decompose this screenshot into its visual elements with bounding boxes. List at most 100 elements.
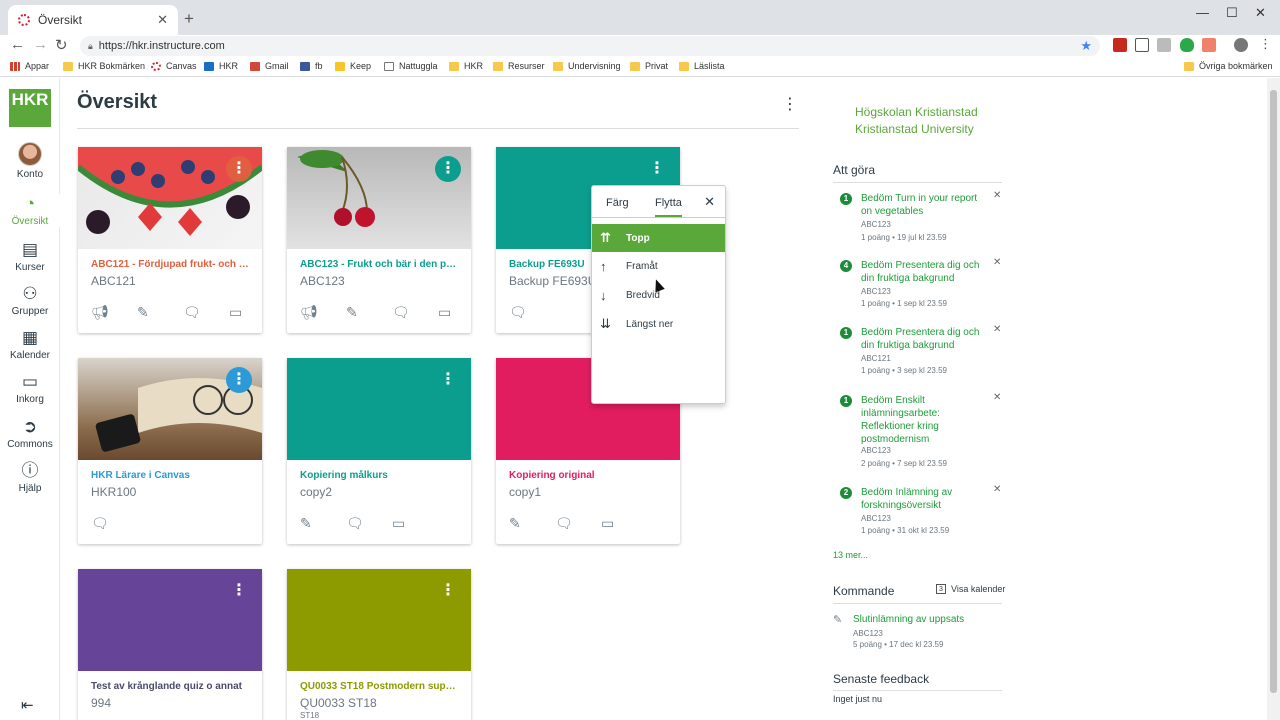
course-card[interactable]: ⋮ QU0033 ST18 Postmodern superi... QU003…	[287, 569, 471, 720]
todo-title[interactable]: Bedöm Enskilt inlämningsarbete: Reflekti…	[861, 394, 981, 446]
profile-avatar[interactable]	[1234, 38, 1248, 52]
course-card[interactable]: ⋮ Kopiering målkurs copy2 ✎ 🗨︎ ▭	[287, 358, 471, 544]
reload-icon[interactable]: ↻	[55, 36, 68, 54]
course-card[interactable]: ⋮ ABC121 - Fördjupad frukt- och bä... AB…	[78, 147, 262, 333]
assignments-icon[interactable]: ✎	[509, 515, 555, 532]
page-scrollbar[interactable]	[1267, 78, 1280, 720]
files-folder-icon[interactable]: ▭	[229, 304, 275, 321]
dismiss-icon[interactable]: ✕	[993, 392, 1001, 403]
bookmark-canvas[interactable]: Canvas	[151, 61, 197, 71]
discussions-icon[interactable]: 🗨︎	[183, 304, 229, 321]
bookmark-privat[interactable]: Privat	[630, 61, 668, 71]
tab-close-icon[interactable]: ✕	[157, 12, 168, 28]
assignments-icon[interactable]: ✎	[300, 515, 346, 532]
pdf-extension-icon[interactable]	[1113, 38, 1127, 52]
files-folder-icon[interactable]: ▭	[601, 515, 647, 532]
bookmark-other[interactable]: Övriga bokmärken	[1184, 61, 1273, 71]
capture-extension-icon[interactable]	[1135, 38, 1149, 52]
card-options-icon[interactable]: ⋮	[435, 578, 461, 604]
card-title[interactable]: HKR Lärare i Canvas	[91, 470, 251, 481]
browser-tab[interactable]: Översikt ✕	[8, 5, 178, 35]
nav-help[interactable]: ⓘ Hjälp	[0, 461, 60, 494]
card-options-icon[interactable]: ⋮	[226, 367, 252, 393]
card-title[interactable]: ABC123 - Frukt och bär i den post...	[300, 259, 460, 270]
scrollbar-thumb[interactable]	[1270, 90, 1277, 693]
course-card[interactable]: ⋮ Test av krånglande quiz o annat 994	[78, 569, 262, 720]
discussions-icon[interactable]: 🗨︎	[555, 515, 601, 532]
bookmark-hkr-folder[interactable]: HKR	[449, 61, 483, 71]
card-title[interactable]: Kopiering målkurs	[300, 470, 460, 481]
cast-extension-icon[interactable]	[1202, 38, 1216, 52]
nav-inbox[interactable]: ▭ Inkorg	[0, 372, 60, 405]
dismiss-icon[interactable]: ✕	[993, 190, 1001, 201]
bookmark-nattuggla[interactable]: Nattuggla	[384, 61, 438, 71]
view-calendar-link[interactable]: 3 Visa kalender	[936, 584, 1005, 594]
forward-icon[interactable]: →	[33, 36, 48, 53]
shield-extension-icon[interactable]	[1180, 38, 1194, 52]
course-card[interactable]: ⋮ HKR Lärare i Canvas HKR100 🗨︎	[78, 358, 262, 544]
nav-commons[interactable]: ➲ Commons	[0, 417, 60, 450]
card-options-icon[interactable]: ⋮	[435, 156, 461, 182]
bookmark-undervisning[interactable]: Undervisning	[553, 61, 621, 71]
hkr-logo[interactable]: HKR	[9, 89, 51, 127]
todo-title[interactable]: Bedöm Presentera dig och din fruktiga ba…	[861, 326, 981, 352]
nav-calendar[interactable]: ▦ Kalender	[0, 328, 60, 361]
discussions-icon[interactable]: 🗨︎	[346, 515, 392, 532]
bookmark-resurser[interactable]: Resurser	[493, 61, 545, 71]
card-options-icon[interactable]: ⋮	[435, 367, 461, 393]
nav-groups[interactable]: ⚇ Grupper	[0, 284, 60, 317]
collapse-nav-icon[interactable]: ⇤	[21, 696, 34, 714]
card-options-icon[interactable]: ⋮	[226, 156, 252, 182]
bookmark-laslista[interactable]: Läslista	[679, 61, 725, 71]
move-bottom-item[interactable]: ⇊ Längst ner	[592, 310, 725, 338]
assignments-icon[interactable]: ✎	[346, 304, 392, 321]
card-options-icon[interactable]: ⋮	[226, 578, 252, 604]
upcoming-title[interactable]: Slutinlämning av uppsats	[853, 614, 964, 625]
files-folder-icon[interactable]: ▭	[438, 304, 484, 321]
nav-dashboard[interactable]: ◔ Översikt	[0, 194, 60, 227]
course-card[interactable]: ⋮ ABC123 - Frukt och bär i den post... A…	[287, 147, 471, 333]
grammar-extension-icon[interactable]	[1157, 38, 1171, 52]
dismiss-icon[interactable]: ✕	[993, 324, 1001, 335]
card-title[interactable]: Kopiering original	[509, 470, 669, 481]
discussions-icon[interactable]: 🗨︎	[392, 304, 438, 321]
move-top-item[interactable]: ⇈ Topp	[592, 224, 725, 252]
url-input[interactable]: 🔒︎ https://hkr.instructure.com ★	[80, 36, 1100, 56]
todo-title[interactable]: Bedöm Presentera dig och din fruktiga ba…	[861, 259, 981, 285]
card-title[interactable]: Test av krånglande quiz o annat	[91, 681, 251, 692]
card-title[interactable]: QU0033 ST18 Postmodern superi...	[300, 681, 460, 692]
card-options-icon[interactable]: ⋮	[644, 156, 670, 182]
bookmark-gmail[interactable]: Gmail	[250, 61, 289, 71]
minimize-icon[interactable]: —	[1196, 5, 1209, 20]
tab-move[interactable]: Flytta	[655, 197, 682, 217]
browser-menu-icon[interactable]: ⋮	[1259, 36, 1272, 52]
discussions-icon[interactable]: 🗨︎	[91, 515, 137, 532]
new-tab-button[interactable]: +	[184, 9, 194, 29]
bookmark-keep[interactable]: Keep	[335, 61, 371, 71]
assignments-icon[interactable]: ✎	[137, 304, 183, 321]
discussions-icon[interactable]: 🗨︎	[509, 304, 555, 321]
todo-title[interactable]: Bedöm Turn in your report on vegetables	[861, 192, 981, 218]
dismiss-icon[interactable]: ✕	[993, 484, 1001, 495]
announcements-icon[interactable]: 📢︎	[300, 304, 346, 321]
todo-title[interactable]: Bedöm Inlämning av forskningsöversikt	[861, 486, 981, 512]
bookmark-fb[interactable]: fb	[300, 61, 323, 71]
back-icon[interactable]: ←	[10, 36, 25, 53]
card-title[interactable]: ABC121 - Fördjupad frukt- och bä...	[91, 259, 251, 270]
nav-courses[interactable]: ▤ Kurser	[0, 240, 60, 273]
maximize-icon[interactable]: ☐	[1226, 5, 1238, 21]
tab-color[interactable]: Färg	[606, 197, 629, 209]
announcements-icon[interactable]: 📢︎	[91, 304, 137, 321]
move-forward-item[interactable]: ↑ Framåt	[592, 252, 725, 280]
popover-close-icon[interactable]: ✕	[704, 194, 715, 210]
files-folder-icon[interactable]: ▭	[392, 515, 438, 532]
more-todos-link[interactable]: 13 mer...	[833, 550, 868, 560]
dismiss-icon[interactable]: ✕	[993, 257, 1001, 268]
bookmark-apps[interactable]: Appar	[10, 61, 49, 71]
bookmark-folder[interactable]: HKR Bokmärken	[63, 61, 145, 71]
dashboard-options-icon[interactable]: ⋮	[782, 94, 798, 114]
bookmark-hkr[interactable]: HKR	[204, 61, 238, 71]
nav-account[interactable]: Konto	[0, 142, 60, 180]
window-close-icon[interactable]: ✕	[1255, 5, 1266, 21]
bookmark-star-icon[interactable]: ★	[1080, 38, 1092, 54]
